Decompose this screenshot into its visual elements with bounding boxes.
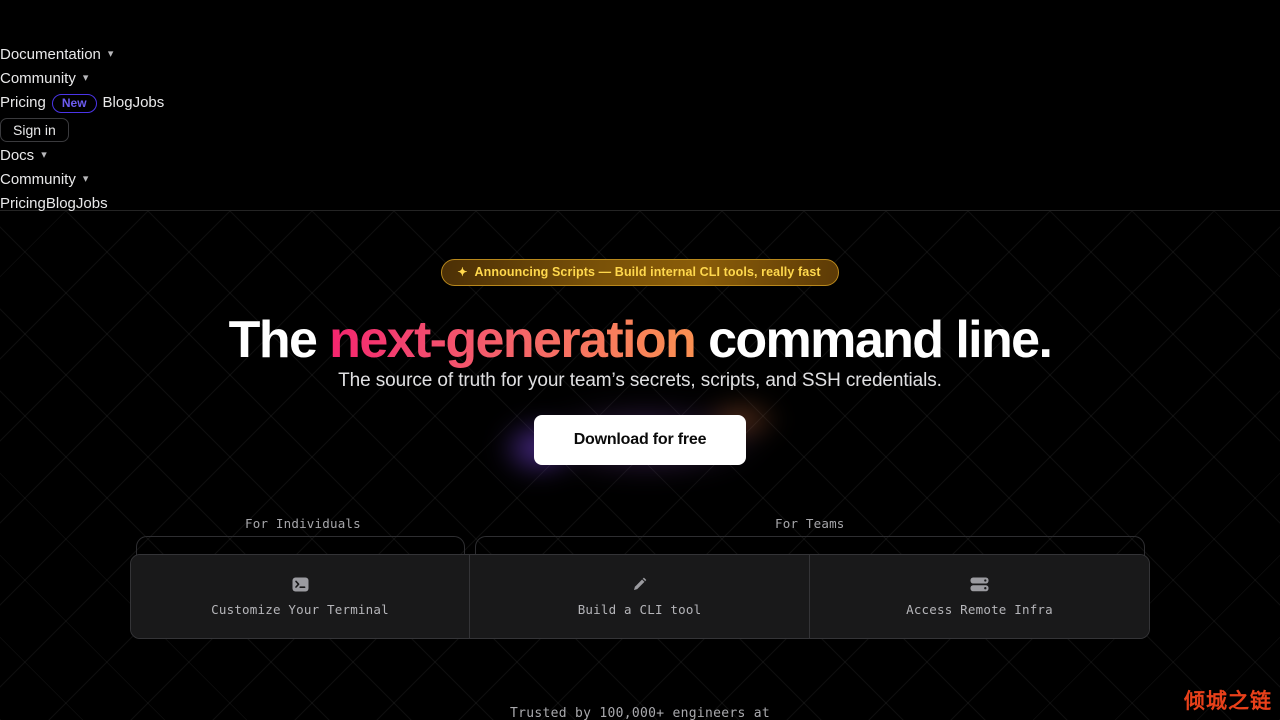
trusted-by-text: Trusted by 100,000+ engineers at (509, 706, 771, 720)
use-case-card-group: Customize Your Terminal Build a CLI tool (130, 554, 1150, 639)
nav-row-community: Community ▾ (0, 67, 1280, 91)
nav-link-jobs-secondary[interactable]: Jobs (76, 192, 108, 216)
announcement-banner[interactable]: ✦ Announcing Scripts — Build internal CL… (441, 259, 839, 286)
download-button-container: Download for free (0, 389, 1280, 491)
chevron-down-icon[interactable]: ▾ (83, 66, 89, 90)
nav-link-pricing[interactable]: Pricing (0, 91, 46, 115)
use-case-card-access-remote-infra[interactable]: Access Remote Infra (810, 555, 1149, 638)
top-navigation: Documentation ▾ Community ▾ Pricing New … (0, 0, 1280, 212)
use-case-card-label: Access Remote Infra (906, 602, 1053, 617)
nav-link-blog-secondary[interactable]: Blog (46, 192, 76, 216)
page-subtitle: The source of truth for your team’s secr… (338, 370, 942, 391)
nav-link-pricing-secondary[interactable]: Pricing (0, 192, 46, 216)
sign-in-button[interactable]: Sign in (0, 118, 69, 142)
use-case-card-build-cli-tool[interactable]: Build a CLI tool (470, 555, 810, 638)
sparkle-icon: ✦ (457, 265, 468, 279)
nav-link-docs[interactable]: Docs (0, 144, 34, 168)
page-root: Documentation ▾ Community ▾ Pricing New … (0, 0, 1280, 720)
pencil-icon (631, 576, 648, 593)
chevron-down-icon[interactable]: ▾ (108, 42, 114, 66)
headline-prefix: The (228, 311, 330, 369)
hero-section: ✦ Announcing Scripts — Build internal CL… (0, 211, 1280, 720)
headline-suffix: command line. (695, 311, 1053, 369)
nav-link-documentation[interactable]: Documentation (0, 43, 101, 67)
nav-row-docs: Docs ▾ (0, 144, 1280, 168)
nav-link-blog[interactable]: Blog (103, 91, 133, 115)
terminal-icon (292, 576, 309, 593)
use-case-card-label: Build a CLI tool (577, 602, 702, 617)
download-for-free-button[interactable]: Download for free (533, 415, 747, 465)
nav-link-jobs[interactable]: Jobs (133, 91, 165, 115)
page-title: The next-generation command line. (0, 310, 1280, 370)
download-button-holder: Download for free (481, 389, 799, 491)
segment-label-teams: For Teams (775, 516, 845, 531)
use-case-card-label: Customize Your Terminal (211, 602, 389, 617)
segment-labels: For Individuals For Teams (0, 514, 1280, 534)
watermark: 倾城之链 (1184, 689, 1272, 713)
segment-label-individuals: For Individuals (245, 516, 361, 531)
chevron-down-icon[interactable]: ▾ (83, 167, 89, 191)
nav-row-pricing: Pricing New Blog Jobs (0, 91, 1280, 115)
announcement-container: ✦ Announcing Scripts — Build internal CL… (0, 259, 1280, 286)
use-case-card-customize-terminal[interactable]: Customize Your Terminal (131, 555, 470, 638)
nav-row-documentation: Documentation ▾ (0, 43, 1280, 67)
nav-link-community-secondary[interactable]: Community (0, 168, 76, 192)
new-badge: New (51, 93, 97, 113)
nav-link-community[interactable]: Community (0, 67, 76, 91)
server-icon (970, 576, 989, 593)
nav-row-secondary-links: Pricing Blog Jobs (0, 192, 1280, 216)
headline-highlight: next-generation (329, 311, 697, 369)
announcement-text: Announcing Scripts — Build internal CLI … (474, 265, 821, 279)
chevron-down-icon[interactable]: ▾ (41, 143, 47, 167)
nav-row-signin: Sign in (0, 117, 1280, 143)
nav-row-community-secondary: Community ▾ (0, 168, 1280, 192)
